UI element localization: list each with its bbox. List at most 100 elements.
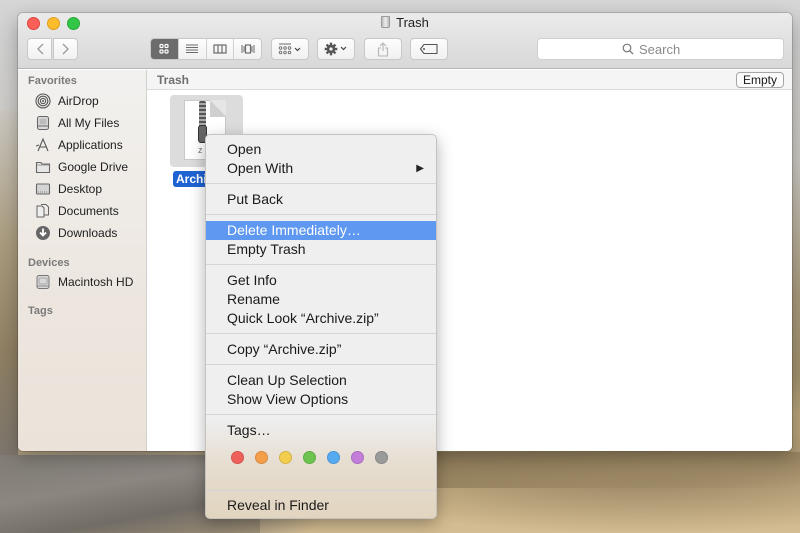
menu-item-reveal-in-finder[interactable]: Reveal in Finder: [206, 496, 436, 515]
search-icon: [622, 43, 634, 55]
sidebar-section-favorites: Favorites: [28, 75, 77, 87]
menu-separator: [206, 264, 436, 266]
arrange-grid-icon: [278, 43, 301, 55]
sidebar-item-google-drive[interactable]: Google Drive: [35, 157, 128, 177]
sidebar-item-label: Documents: [58, 204, 119, 218]
sidebar-item-all-my-files[interactable]: All My Files: [35, 113, 119, 133]
sidebar-item-airdrop[interactable]: AirDrop: [35, 91, 99, 111]
page-fold: [210, 100, 226, 117]
desktop-wallpaper-strip: [0, 110, 18, 455]
menu-item-delete-immediately[interactable]: Delete Immediately…: [206, 221, 436, 240]
menu-item-label: Clean Up Selection: [227, 372, 347, 388]
menu-item-label: Reveal in Finder: [227, 497, 329, 513]
sidebar-item-downloads[interactable]: Downloads: [35, 223, 117, 243]
sidebar-item-label: AirDrop: [58, 94, 99, 108]
menu-separator: [206, 183, 436, 185]
sidebar-item-label: All My Files: [58, 116, 120, 130]
empty-trash-button[interactable]: Empty: [735, 72, 784, 88]
menu-item-copy[interactable]: Copy “Archive.zip”: [206, 340, 436, 359]
view-mode-segmented-control: [150, 38, 262, 60]
action-menu-button[interactable]: [317, 38, 355, 60]
tag-color-gray[interactable]: [375, 451, 388, 464]
menu-item-label: Rename: [227, 291, 280, 307]
menu-separator: [206, 364, 436, 366]
list-view-icon: [186, 44, 199, 53]
menu-item-tags[interactable]: Tags…: [206, 421, 436, 440]
sidebar-item-label: Desktop: [58, 182, 103, 196]
sidebar-item-applications[interactable]: Applications: [35, 135, 123, 155]
menu-item-label: Tags…: [227, 422, 271, 438]
list-view-button[interactable]: [179, 39, 207, 59]
sidebar-item-label: Google Drive: [58, 160, 129, 174]
share-button[interactable]: [364, 38, 402, 60]
chevron-left-icon: [36, 43, 43, 55]
sidebar-item-label: Macintosh HD: [58, 275, 134, 289]
menu-item-put-back[interactable]: Put Back: [206, 190, 436, 209]
menu-item-label: Copy “Archive.zip”: [227, 341, 342, 357]
sidebar-item-label: Downloads: [58, 226, 118, 240]
menu-item-open[interactable]: Open: [206, 140, 436, 159]
applications-icon: [35, 137, 49, 152]
menu-item-empty-trash[interactable]: Empty Trash: [206, 240, 436, 259]
icon-view-button[interactable]: [151, 39, 179, 59]
tag-color-blue[interactable]: [327, 451, 340, 464]
location-title: Trash: [157, 73, 190, 87]
sidebar-item-documents[interactable]: Documents: [35, 201, 119, 221]
menu-item-quick-look[interactable]: Quick Look “Archive.zip”: [206, 309, 436, 328]
airdrop-icon: [35, 93, 51, 109]
share-icon: [377, 41, 389, 57]
desktop-wallpaper-ridge: [430, 452, 800, 488]
menu-item-clean-up-selection[interactable]: Clean Up Selection: [206, 371, 436, 390]
sidebar-item-macintosh-hd[interactable]: Macintosh HD: [35, 272, 133, 292]
hard-drive-icon: [36, 275, 50, 289]
window-title-text: Trash: [396, 15, 429, 30]
tag-color-purple[interactable]: [351, 451, 364, 464]
search-input[interactable]: [639, 41, 699, 57]
sidebar-item-desktop[interactable]: Desktop: [35, 179, 102, 199]
tag-color-yellow[interactable]: [279, 451, 292, 464]
menu-item-show-view-options[interactable]: Show View Options: [206, 390, 436, 409]
chevron-right-icon: [62, 43, 69, 55]
tag-color-picker: [231, 451, 399, 464]
all-my-files-icon: [36, 115, 50, 131]
documents-icon: [36, 204, 49, 218]
menu-item-open-with[interactable]: Open With ▶: [206, 159, 436, 178]
cover-flow-view-button[interactable]: [234, 39, 261, 59]
menu-separator: [206, 333, 436, 335]
trash-icon: [381, 16, 391, 28]
column-view-button[interactable]: [207, 39, 235, 59]
titlebar: Trash: [18, 13, 792, 69]
menu-item-label: Delete Immediately…: [227, 222, 361, 238]
search-field[interactable]: [537, 38, 784, 60]
context-menu: Open Open With ▶ Put Back Delete Immediat…: [205, 134, 437, 519]
downloads-icon: [36, 226, 50, 240]
menu-item-rename[interactable]: Rename: [206, 290, 436, 309]
edit-tags-button[interactable]: [410, 38, 448, 60]
tag-color-red[interactable]: [231, 451, 244, 464]
forward-button[interactable]: [53, 38, 78, 60]
menu-item-get-info[interactable]: Get Info: [206, 271, 436, 290]
menu-separator: [206, 414, 436, 416]
tag-color-green[interactable]: [303, 451, 316, 464]
menu-separator: [206, 214, 436, 216]
gear-icon: [324, 42, 347, 56]
submenu-arrow-icon: ▶: [416, 163, 424, 174]
desktop-icon: [35, 183, 51, 195]
window-title: Trash: [18, 15, 792, 30]
sidebar-item-label: Applications: [58, 138, 123, 152]
menu-item-label: Open: [227, 141, 262, 157]
sidebar: Favorites AirDrop All My Files Applicati…: [18, 70, 147, 451]
column-view-icon: [213, 44, 227, 54]
file-extension-label: z: [198, 145, 203, 155]
cover-flow-icon: [241, 44, 255, 54]
menu-item-label: Quick Look “Archive.zip”: [227, 310, 379, 326]
menu-item-label: Open With: [227, 160, 294, 176]
menu-separator: [206, 490, 436, 492]
menu-item-label: Show View Options: [227, 391, 349, 407]
tag-icon: [419, 43, 438, 55]
menu-item-label: Get Info: [227, 272, 277, 288]
back-button[interactable]: [27, 38, 52, 60]
arrange-button[interactable]: [271, 38, 309, 60]
tag-color-orange[interactable]: [255, 451, 268, 464]
folder-icon: [35, 161, 51, 174]
